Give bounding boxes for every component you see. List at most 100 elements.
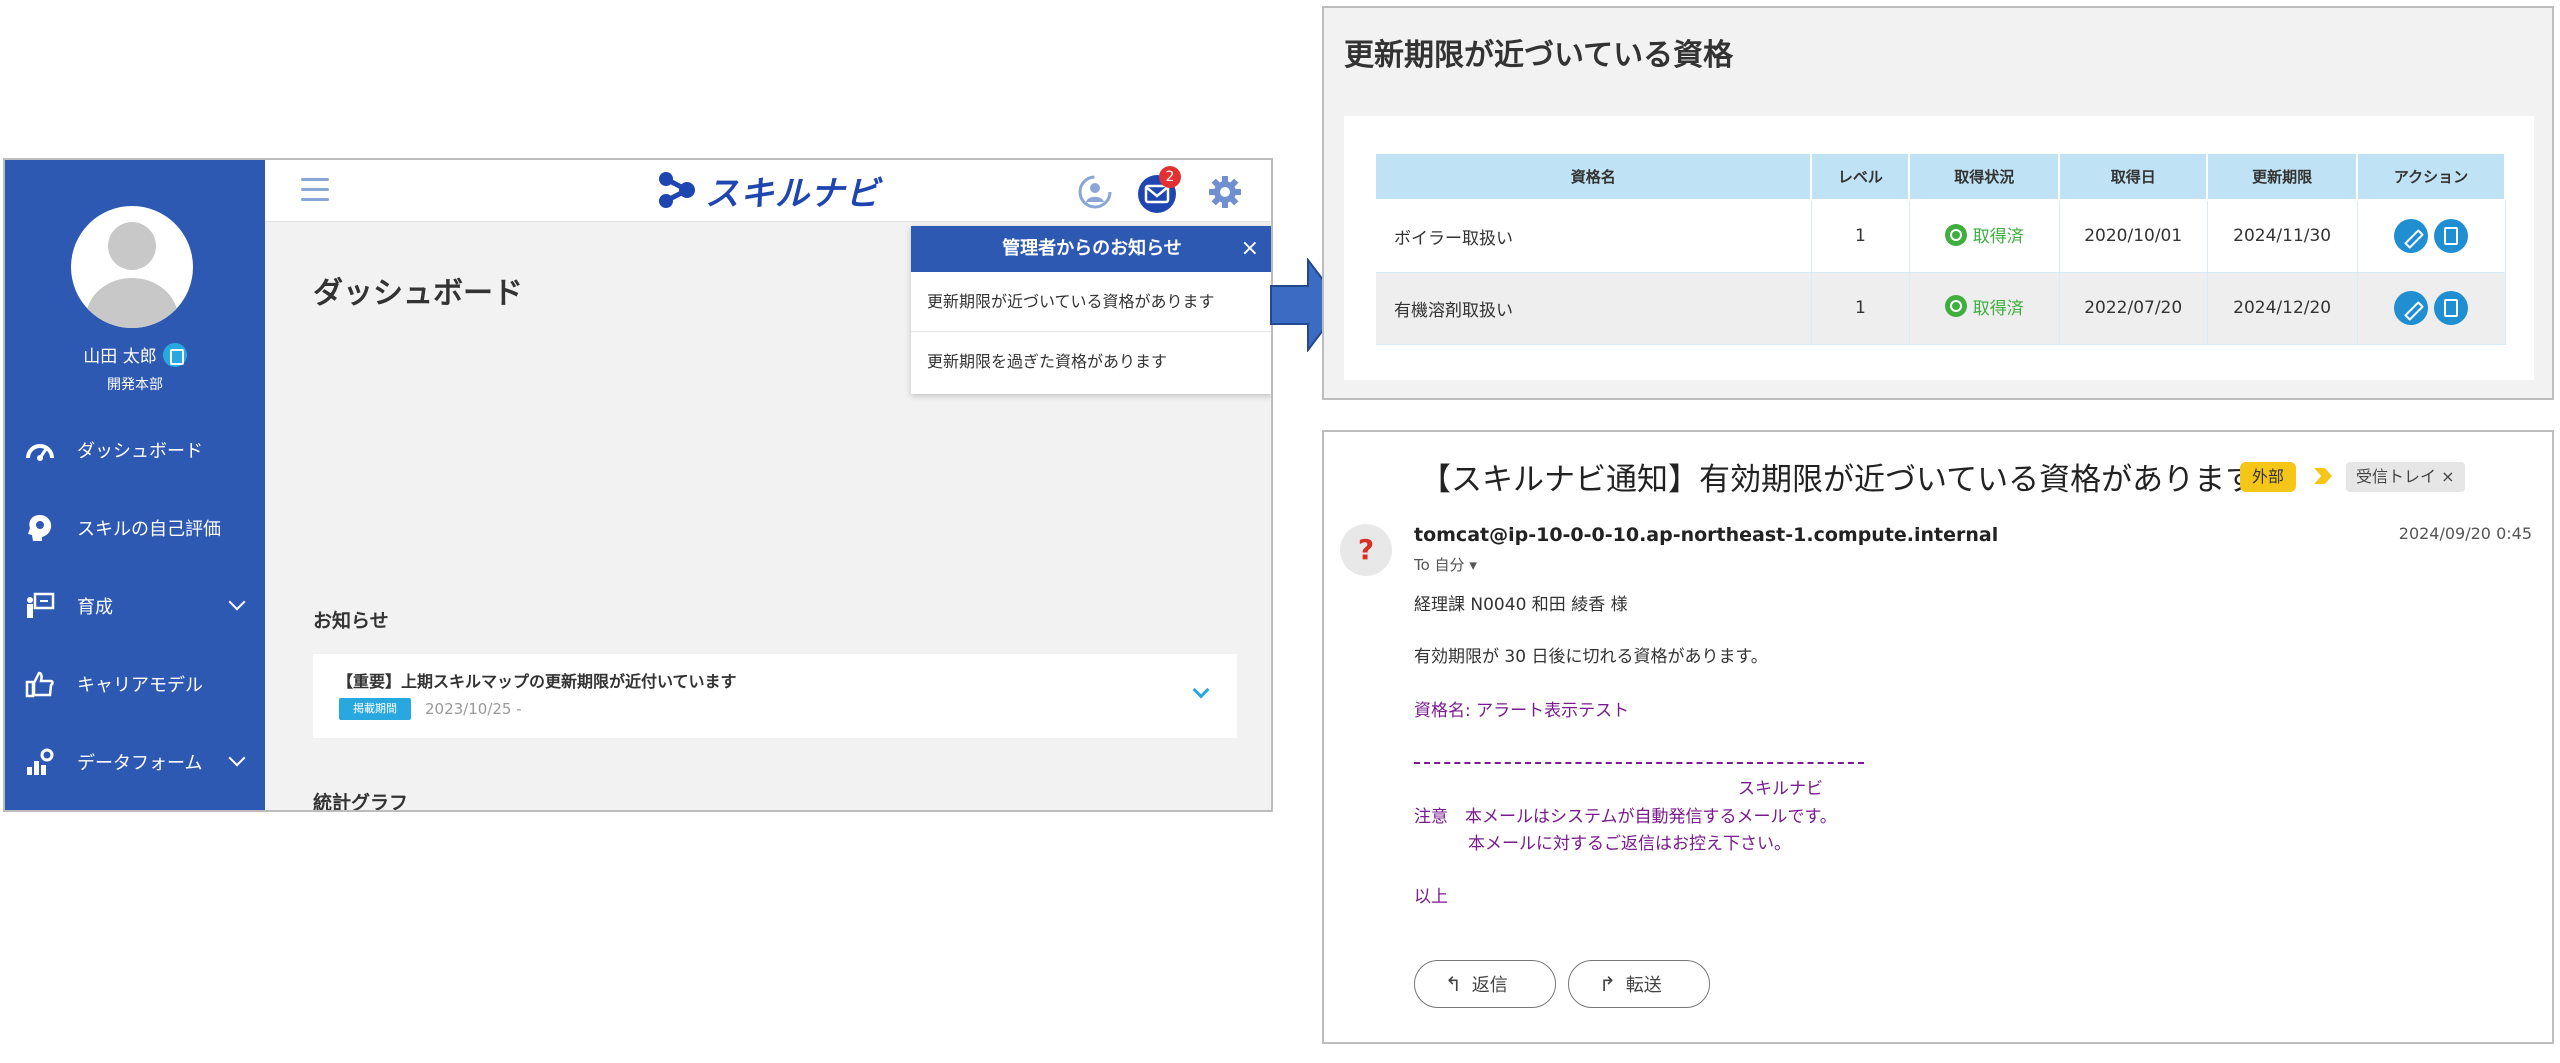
column-header: 更新期限 [2207,154,2359,201]
reply-button[interactable]: ↰ 返信 [1414,960,1556,1008]
status-cell: 取得済 [1909,272,2060,345]
email-qualification-line: 資格名: アラート表示テスト [1414,701,1630,721]
column-header: 取得日 [2059,154,2209,201]
user-switch-icon[interactable] [1077,174,1113,210]
user-name: 山田 太郎 [83,347,157,367]
inbox-label[interactable]: 受信トレイ × [2346,462,2465,492]
user-name-row: 山田 太郎 [5,342,265,367]
composite-screenshot: 山田 太郎 開発本部 ダッシュボード スキルの自己評価 育成 キャリアモデル デ… [0,0,2560,1063]
popup-header: 管理者からのお知らせ × [911,226,1271,272]
email-subject: 【スキルナビ通知】有効期限が近づいている資格があります [1420,462,2257,498]
recipient-toggle[interactable]: To 自分 ▾ [1414,554,1477,575]
qualification-level: 1 [1811,200,1910,273]
email-note-line: 本メールに対するご返信はお控え下さい。 [1468,834,1791,854]
qualification-name: ボイラー取扱い [1376,200,1812,273]
email-date: 2024/09/20 0:45 [2398,524,2532,543]
presentation-icon [23,589,57,623]
column-header: アクション [2357,154,2506,201]
hamburger-menu-icon[interactable] [301,178,329,202]
popup-title: 管理者からのお知らせ [1002,238,1182,259]
forward-arrow-icon: ↱ [1599,972,1616,996]
sidebar-item-career-model[interactable]: キャリアモデル [5,656,265,712]
qualification-name: 有機溶剤取扱い [1376,272,1812,345]
mail-count-badge: 2 [1159,166,1181,188]
chevron-down-icon [228,593,246,611]
form-document-icon[interactable] [2434,219,2469,254]
sidebar-item-self-assessment[interactable]: スキルの自己評価 [5,500,265,556]
sidebar-item-label: データフォーム [77,753,203,774]
email-note-line: 注意 本メールはシステムが自動発信するメールです。 [1414,807,1837,827]
period-tag: 掲載期間 [339,698,411,720]
sidebar-item-dashboard[interactable]: ダッシュボード [5,422,265,478]
sidebar-item-training[interactable]: 育成 [5,578,265,634]
notice-item[interactable]: 更新期限が近づいている資格があります [911,272,1271,332]
email-body-line: 有効期限が 30 日後に切れる資格があります。 [1414,647,1768,667]
renewal-deadline: 2024/11/30 [2207,200,2358,273]
status-text: 取得済 [1972,298,2024,319]
reply-arrow-icon: ↰ [1445,972,1462,996]
user-department: 開発本部 [107,377,163,393]
sidebar-item-label: キャリアモデル [77,675,203,696]
status-circle-icon [1944,223,1967,246]
action-cell [2357,272,2506,345]
forward-button[interactable]: ↱ 転送 [1568,960,1710,1008]
renewal-deadline: 2024/12/20 [2207,272,2358,345]
logo-text: スキルナビ [705,173,880,214]
sidebar: 山田 太郎 開発本部 ダッシュボード スキルの自己評価 育成 キャリアモデル デ… [5,160,265,810]
status-cell: 取得済 [1909,200,2060,273]
reply-label: 返信 [1471,975,1508,996]
gear-icon[interactable] [1207,174,1243,210]
pencil-edit-icon[interactable] [2394,219,2429,254]
qualification-table-card: 資格名 レベル 取得状況 取得日 更新期限 アクション ボイラー取扱い 1 取得… [1344,116,2534,380]
notification-email: 【スキルナビ通知】有効期限が近づいている資格があります 外部 受信トレイ × ?… [1322,430,2554,1044]
acquired-date: 2020/10/01 [2059,200,2208,273]
email-signature: スキルナビ [1738,779,1823,799]
news-date: 2023/10/25 - [425,700,522,718]
pencil-edit-icon[interactable] [2394,291,2429,325]
email-greeting: 経理課 N0040 和田 綾香 様 [1414,595,1628,615]
top-bar: スキルナビ 2 [265,160,1271,222]
table-row: 有機溶剤取扱い 1 取得済 2022/07/20 2024/12/20 [1376,272,2506,345]
skillnavi-app-window: 山田 太郎 開発本部 ダッシュボード スキルの自己評価 育成 キャリアモデル デ… [3,158,1273,812]
mail-icon[interactable]: 2 [1137,166,1181,213]
important-marker-icon[interactable] [2314,468,2332,484]
sender-avatar: ? [1340,524,1392,576]
admin-notice-popup: 管理者からのお知らせ × 更新期限が近づいている資格があります 更新期限を過ぎた… [911,226,1271,394]
sidebar-item-label: スキルの自己評価 [77,519,221,540]
column-header: 資格名 [1376,154,1813,201]
acquired-date: 2022/07/20 [2059,272,2208,345]
chevron-down-icon [228,749,246,767]
action-cell [2357,200,2506,273]
news-heading: お知らせ [313,610,389,632]
table-header-row: 資格名 レベル 取得状況 取得日 更新期限 アクション [1376,154,2506,201]
sidebar-item-data-form[interactable]: データフォーム [5,734,265,790]
form-document-icon[interactable] [2434,291,2469,325]
forward-label: 転送 [1625,975,1662,996]
news-title: 【重要】上期スキルマップの更新期限が近付いています [337,672,737,691]
column-header: レベル [1811,154,1911,201]
signature-divider [1414,762,1864,764]
profile-card-icon[interactable] [162,342,187,367]
column-header: 取得状況 [1909,154,2061,201]
close-icon[interactable]: × [1241,226,1259,272]
logo-mark-icon [659,172,695,208]
thumbs-up-icon [23,667,57,701]
chevron-down-icon[interactable] [1192,681,1210,699]
news-card[interactable]: 【重要】上期スキルマップの更新期限が近付いています 掲載期間 2023/10/2… [313,654,1237,738]
notice-item[interactable]: 更新期限を過ぎた資格があります [911,332,1271,392]
speedometer-icon [23,433,57,467]
expiring-qualifications-panel: 更新期限が近づいている資格 資格名 レベル 取得状況 取得日 更新期限 アクショ… [1322,6,2554,400]
user-avatar[interactable] [71,206,193,328]
table-row: ボイラー取扱い 1 取得済 2020/10/01 2024/11/30 [1376,200,2506,273]
qualification-level: 1 [1811,272,1910,345]
status-circle-icon [1944,295,1967,318]
brain-head-icon [23,511,57,545]
qualification-table: 資格名 レベル 取得状況 取得日 更新期限 アクション ボイラー取扱い 1 取得… [1376,154,2506,345]
status-text: 取得済 [1972,227,2024,247]
external-label: 外部 [2240,462,2297,492]
sidebar-item-label: 育成 [77,597,113,618]
email-closing: 以上 [1414,887,1448,907]
chart-gear-icon [23,745,57,779]
skillnavi-logo[interactable]: スキルナビ [657,168,880,214]
stats-heading: 統計グラフ [313,792,409,812]
